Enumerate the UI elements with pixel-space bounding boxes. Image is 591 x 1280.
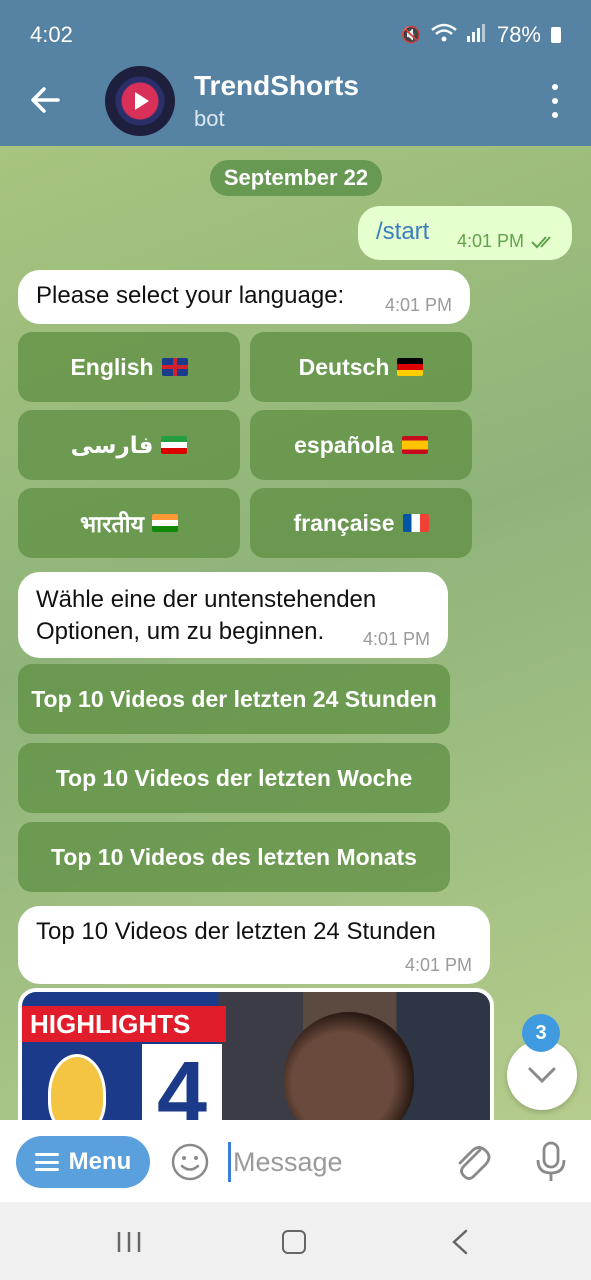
message-time: 4:01 PM [384, 295, 452, 315]
more-options-icon[interactable] [549, 84, 561, 118]
player-image [284, 1012, 414, 1120]
message-input-bar: Menu [0, 1120, 591, 1202]
unread-count-badge: 3 [522, 1014, 560, 1052]
language-button-farsi[interactable]: فارسی [18, 410, 240, 480]
hamburger-icon [34, 1153, 59, 1171]
iran-flag-icon [161, 436, 188, 454]
signal-icon [466, 23, 487, 47]
option-button-week[interactable]: Top 10 Videos der letzten Woche [18, 743, 450, 813]
message-input[interactable] [228, 1142, 428, 1182]
battery-percent: 78% [496, 22, 541, 47]
attach-icon[interactable] [452, 1140, 492, 1184]
menu-button[interactable]: Menu [16, 1136, 150, 1188]
chat-title[interactable]: TrendShorts [194, 70, 359, 102]
language-button-bharatiya[interactable]: भारतीय [18, 488, 240, 558]
chat-header: TrendShorts bot [0, 62, 591, 146]
chat-subtitle: bot [194, 106, 225, 131]
club-crest-icon [48, 1054, 106, 1120]
message-time: 4:01 PM [457, 231, 558, 252]
message-line: Wähle eine der untenstehenden [36, 586, 377, 613]
date-separator: September 22 [210, 160, 382, 196]
button-label: española [294, 431, 394, 458]
back-arrow-icon[interactable] [28, 82, 64, 118]
bot-avatar[interactable] [105, 66, 175, 136]
emoji-icon[interactable] [170, 1142, 210, 1182]
microphone-icon[interactable] [532, 1140, 570, 1184]
uk-flag-icon [161, 358, 188, 376]
nav-back-icon[interactable] [450, 1228, 470, 1256]
video-preview[interactable]: HIGHLIGHTS 4 [18, 988, 494, 1120]
battery-icon [551, 27, 561, 43]
spain-flag-icon [401, 436, 428, 454]
incoming-message[interactable]: Top 10 Videos der letzten 24 Stunden 4:0… [18, 906, 490, 984]
message-text: Wähle eine der untenstehenden Optionen, … [36, 584, 376, 648]
incoming-message[interactable]: Please select your language: 4:01 PM [18, 270, 470, 324]
message-time-text: 4:01 PM [456, 231, 524, 251]
outgoing-message[interactable]: /start 4:01 PM [358, 206, 572, 260]
wifi-icon [431, 23, 457, 48]
chat-area[interactable]: September 22 /start 4:01 PM Please selec… [0, 146, 591, 1120]
status-icons: 🔇 78% [401, 22, 561, 48]
message-time: 4:01 PM [404, 955, 472, 975]
button-label: Deutsch [298, 353, 390, 380]
mute-icon: 🔇 [401, 27, 421, 44]
status-bar: 4:02 🔇 78% [0, 0, 591, 62]
message-line: Optionen, um zu beginnen. [36, 618, 325, 645]
language-button-espanola[interactable]: española [250, 410, 472, 480]
recent-apps-icon[interactable] [116, 1230, 142, 1254]
menu-label: Menu [68, 1148, 132, 1175]
home-icon[interactable] [282, 1230, 306, 1254]
india-flag-icon [151, 514, 178, 532]
button-label: فارسی [70, 431, 154, 458]
option-button-month[interactable]: Top 10 Videos des letzten Monats [18, 822, 450, 892]
germany-flag-icon [397, 358, 424, 376]
video-thumbnail[interactable]: HIGHLIGHTS 4 [22, 992, 490, 1120]
incoming-message[interactable]: Wähle eine der untenstehenden Optionen, … [18, 572, 448, 658]
chevron-down-icon [528, 1067, 556, 1084]
play-icon [135, 92, 149, 110]
language-button-francaise[interactable]: française [250, 488, 472, 558]
message-time: 4:01 PM [362, 629, 430, 649]
message-text: Top 10 Videos der letzten 24 Stunden [36, 918, 436, 945]
language-button-english[interactable]: English [18, 332, 240, 402]
system-navigation-bar [0, 1202, 591, 1280]
top-bar: 4:02 🔇 78% TrendShorts bot [0, 0, 591, 146]
button-label: भारतीय [80, 511, 144, 537]
highlights-banner: HIGHLIGHTS [22, 1006, 226, 1042]
message-text: Please select your language: [36, 282, 345, 309]
score-number: 4 [142, 1044, 222, 1120]
france-flag-icon [402, 514, 429, 532]
option-button-24-hours[interactable]: Top 10 Videos der letzten 24 Stunden [18, 664, 450, 734]
message-text: /start [376, 218, 430, 245]
button-label: française [293, 509, 395, 536]
language-button-deutsch[interactable]: Deutsch [250, 332, 472, 402]
status-time: 4:02 [30, 22, 73, 47]
double-check-icon [531, 235, 551, 248]
button-label: English [70, 353, 154, 380]
